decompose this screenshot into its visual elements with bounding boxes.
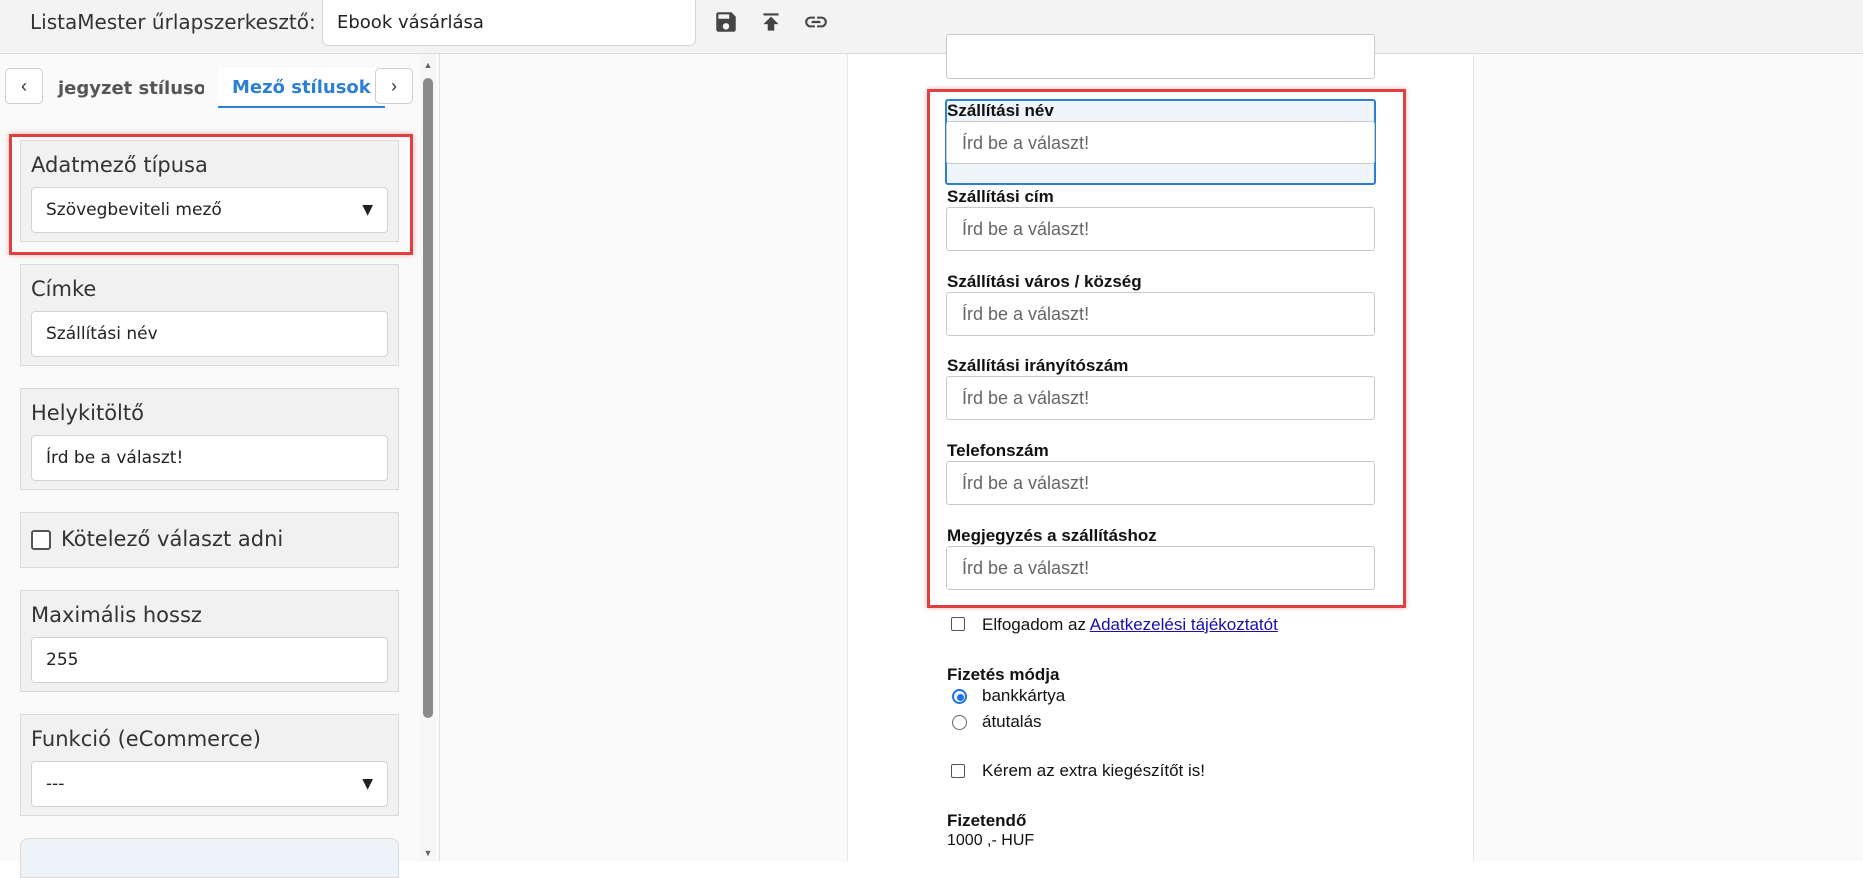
required-checkbox[interactable] — [31, 530, 51, 550]
label-input[interactable]: Szállítási név — [31, 311, 388, 357]
form-name-input[interactable]: Ebook vásárlása — [322, 0, 696, 46]
function-label: Funkció (eCommerce) — [31, 727, 261, 751]
tab-field-styles[interactable]: Mező stílusok — [218, 68, 385, 108]
tab-note-styles[interactable]: jegyzet stílusok — [44, 68, 204, 108]
radio-transfer-label: átutalás — [982, 712, 1042, 731]
radio-card-label: bankkártya — [982, 686, 1066, 705]
required-panel: Kötelező választ adni — [20, 512, 399, 568]
accept-checkbox[interactable] — [951, 617, 965, 631]
app-title: ListaMester űrlapszerkesztő: — [30, 10, 316, 34]
tab-prev-button[interactable]: ‹ — [5, 68, 43, 104]
next-panel — [20, 838, 399, 878]
save-icon[interactable] — [712, 8, 740, 36]
privacy-policy-link[interactable]: Adatkezelési tájékoztatót — [1090, 615, 1278, 634]
radio-transfer[interactable] — [952, 715, 967, 730]
placeholder-panel: Helykitöltő Írd be a választ! — [20, 388, 399, 490]
total-label: Fizetendő — [947, 811, 1027, 830]
function-panel: Funkció (eCommerce) --- ▼ — [20, 714, 399, 816]
scroll-down-arrow[interactable]: ▼ — [423, 848, 433, 858]
highlight-field-type — [9, 134, 413, 255]
function-select[interactable]: --- ▼ — [31, 761, 388, 807]
extra-label: Kérem az extra kiegészítőt is! — [982, 761, 1205, 780]
sidebar-scroll-thumb[interactable] — [423, 78, 433, 718]
max-length-label: Maximális hossz — [31, 603, 202, 627]
scroll-up-arrow[interactable]: ▲ — [423, 60, 433, 70]
highlight-form-fields — [927, 89, 1406, 608]
link-icon[interactable] — [802, 8, 830, 36]
top-bar: ListaMester űrlapszerkesztő: Ebook vásár… — [0, 0, 1863, 54]
payment-method-label: Fizetés módja — [947, 665, 1060, 684]
label-field-label: Címke — [31, 277, 97, 301]
required-label: Kötelező választ adni — [61, 527, 284, 551]
tab-bar: ‹ jegyzet stílusok Mező stílusok › — [0, 54, 420, 110]
max-length-panel: Maximális hossz 255 — [20, 590, 399, 692]
max-length-input[interactable]: 255 — [31, 637, 388, 683]
accept-prefix: Elfogadom az — [982, 615, 1086, 634]
total-value: 1000 ,- HUF — [947, 832, 1035, 849]
placeholder-input[interactable]: Írd be a választ! — [31, 435, 388, 481]
label-panel: Címke Szállítási név — [20, 264, 399, 366]
function-value: --- — [46, 774, 65, 794]
placeholder-field-label: Helykitöltő — [31, 401, 144, 425]
tab-next-button[interactable]: › — [375, 68, 413, 104]
extra-checkbox[interactable] — [951, 764, 965, 778]
chevron-down-icon: ▼ — [362, 776, 373, 792]
radio-card[interactable] — [952, 689, 967, 704]
partial-field-input[interactable] — [946, 34, 1375, 79]
upload-icon[interactable] — [757, 8, 785, 36]
accept-text: Elfogadom az Adatkezelési tájékoztatót — [982, 615, 1278, 635]
